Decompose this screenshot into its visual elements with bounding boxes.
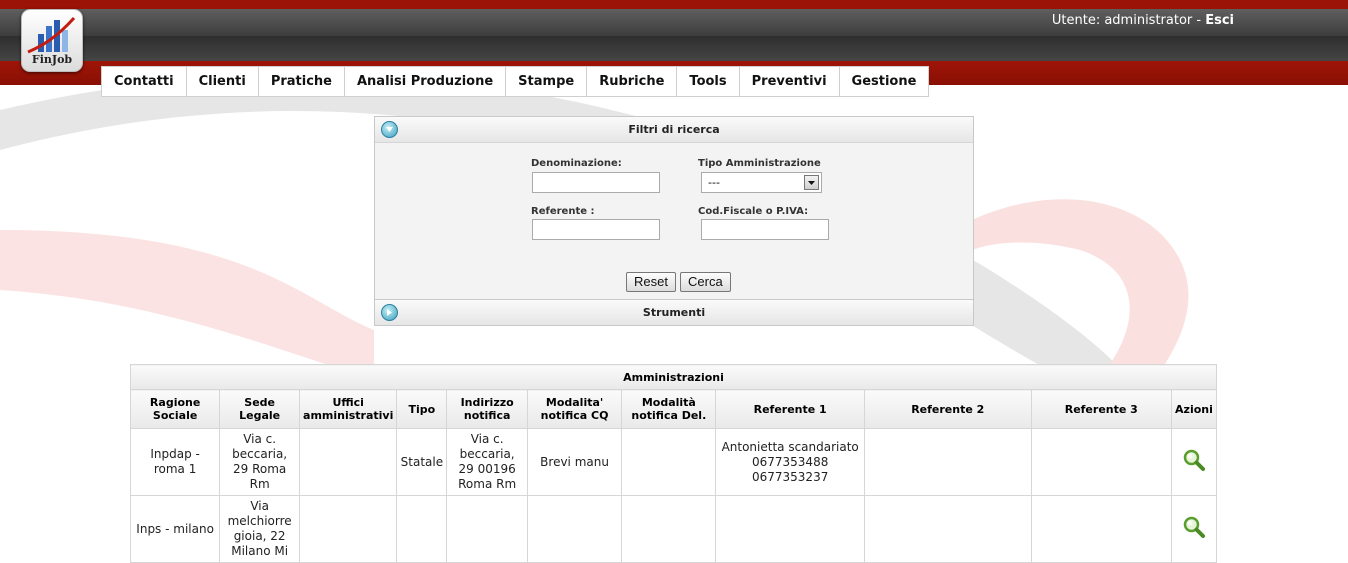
cell-indirizzo (446, 495, 528, 563)
referente-label: Referente : (531, 206, 595, 217)
logo-text: FinJob (31, 53, 73, 66)
nav-gestione[interactable]: Gestione (840, 67, 929, 96)
nav-stampe[interactable]: Stampe (506, 67, 588, 96)
nav-pratiche[interactable]: Pratiche (259, 67, 345, 96)
cell-azioni (1170, 495, 1218, 563)
referente-1-name: Antonietta scandariato (721, 439, 859, 454)
cell-tipo (396, 495, 448, 563)
column-header: Modalità notifica Del. (621, 389, 717, 429)
user-label: Utente: administrator - (1051, 13, 1206, 28)
cell-tipo: Statale (396, 428, 448, 496)
cell-ref2 (863, 495, 1032, 563)
cell-ref2 (863, 428, 1032, 496)
column-header: Referente 1 (715, 389, 865, 429)
amministrazioni-table: Amministrazioni Ragione Sociale Sede Lega… (129, 364, 1218, 563)
cell-sede: Via c. beccaria, 29 Roma Rm (219, 428, 301, 496)
cell-referente-1: Antonietta scandariato 0677353488 06773532… (715, 428, 865, 496)
cell-ref3 (1030, 428, 1172, 496)
table-header-row: Ragione Sociale Sede Legale Uffici amminis… (129, 389, 1218, 429)
nav-tools[interactable]: Tools (677, 67, 740, 96)
cell-mod-cq: Brevi manu (526, 428, 623, 496)
referente-1-phone1: 0677353488 (751, 454, 829, 469)
amministrazioni-table-wrap: Amministrazioni Ragione Sociale Sede Lega… (129, 364, 1218, 563)
chart-logo-icon (27, 16, 76, 54)
tipo-amministrazione-value: --- (708, 176, 720, 189)
denominazione-label: Denominazione: (531, 158, 622, 169)
table-caption: Amministrazioni (130, 364, 1217, 390)
table-row: Inps - milano Via melchiorre gioia, 22 Mi… (129, 495, 1218, 563)
chevron-down-icon[interactable] (804, 175, 819, 190)
cell-ref3 (1030, 495, 1172, 563)
cell-uffici (299, 495, 398, 563)
column-header: Sede Legale (219, 389, 301, 429)
expand-toggle-icon[interactable] (381, 304, 398, 321)
cell-ragione: Inpdap - roma 1 (129, 428, 221, 496)
cell-mod-del (621, 428, 717, 496)
referente-1-phone2: 0677353237 (751, 469, 829, 484)
search-button[interactable]: Cerca (680, 272, 731, 292)
column-header: Indirizzo notifica (446, 389, 528, 429)
nav-clienti[interactable]: Clienti (187, 67, 259, 96)
logout-link[interactable]: Esci (1205, 13, 1234, 28)
cell-mod-cq (526, 495, 623, 563)
user-info: Utente: administrator - Esci (1052, 13, 1234, 28)
table-body: Inpdap - roma 1 Via c. beccaria, 29 Roma … (129, 428, 1218, 563)
codfiscale-label: Cod.Fiscale o P.IVA: (698, 206, 809, 217)
filters-header[interactable]: Filtri di ricerca (375, 117, 973, 143)
table-row: Inpdap - roma 1 Via c. beccaria, 29 Roma … (129, 428, 1218, 496)
finjob-logo[interactable]: FinJob (21, 9, 83, 72)
strumenti-header[interactable]: Strumenti (375, 299, 973, 325)
strumenti-title: Strumenti (642, 306, 706, 319)
nav-analisi-produzione[interactable]: Analisi Produzione (345, 67, 507, 96)
column-header: Tipo (396, 389, 448, 429)
referente-input[interactable] (532, 219, 660, 240)
column-header: Referente 2 (863, 389, 1032, 429)
cell-referente-1 (715, 495, 865, 563)
main-menu: Contatti Clienti Pratiche Analisi Produzion… (101, 66, 930, 97)
column-header: Uffici amministrativi (299, 389, 398, 429)
reset-button[interactable]: Reset (626, 272, 676, 292)
tipo-amministrazione-select[interactable]: --- (701, 172, 822, 193)
cell-indirizzo: Via c. beccaria, 29 00196 Roma Rm (446, 428, 528, 496)
codfiscale-input[interactable] (701, 219, 829, 240)
cell-uffici (299, 428, 398, 496)
cell-mod-del (621, 495, 717, 563)
column-header: Ragione Sociale (129, 389, 221, 429)
nav-preventivi[interactable]: Preventivi (740, 67, 840, 96)
denominazione-input[interactable] (532, 172, 660, 193)
column-header: Referente 3 (1030, 389, 1172, 429)
filters-title: Filtri di ricerca (628, 123, 720, 136)
cell-sede: Via melchiorre gioia, 22 Milano Mi (219, 495, 301, 563)
column-header: Azioni (1170, 389, 1218, 429)
search-icon[interactable] (1182, 515, 1206, 543)
nav-rubriche[interactable]: Rubriche (587, 67, 678, 96)
nav-contatti[interactable]: Contatti (102, 67, 187, 96)
filters-panel: Filtri di ricerca Denominazione: Tipo Am… (374, 116, 974, 326)
search-icon[interactable] (1182, 448, 1206, 476)
column-header: Modalita' notifica CQ (526, 389, 623, 429)
cell-ragione: Inps - milano (129, 495, 221, 563)
cell-azioni (1170, 428, 1218, 496)
collapse-toggle-icon[interactable] (381, 121, 398, 138)
tipo-amministrazione-label: Tipo Amministrazione (698, 158, 821, 169)
